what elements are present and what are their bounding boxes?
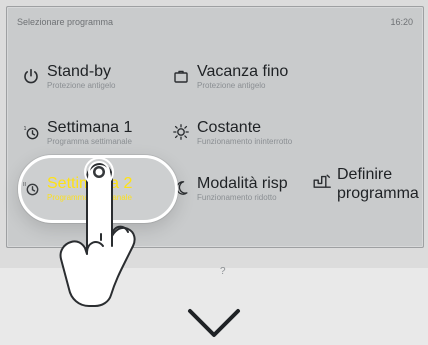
program-modalita-risparmio[interactable]: Modalità risp Funzionamento ridotto — [173, 175, 288, 203]
program-definire-programma[interactable]: Definire programma — [313, 165, 423, 203]
program-sub: Funzionamento ininterrotto — [197, 137, 293, 146]
power-icon — [23, 68, 39, 84]
program-label: Vacanza fino — [197, 63, 289, 80]
svg-text:1: 1 — [24, 126, 27, 132]
program-vacanza-fino[interactable]: Vacanza fino Protezione antigelo — [173, 63, 288, 91]
program-sub: Protezione antigelo — [47, 81, 116, 90]
program-sub: Funzionamento ridotto — [197, 193, 277, 202]
program-label: Costante — [197, 119, 262, 136]
sun-icon — [173, 124, 189, 140]
screen-title: Selezionare programma — [17, 17, 114, 27]
program-label: Stand-by — [47, 63, 112, 80]
clock-time: 16:20 — [390, 17, 413, 27]
program-label: Settimana 1 — [47, 119, 133, 136]
program-costante[interactable]: Costante Funzionamento ininterrotto — [173, 119, 292, 147]
thermostat-device: Selezionare programma 16:20 Stand-by Pro… — [0, 0, 428, 337]
help-button[interactable]: ? — [220, 266, 226, 277]
program-label: Definire programma — [337, 166, 419, 202]
program-stand-by[interactable]: Stand-by Protezione antigelo — [23, 63, 116, 91]
define-program-icon — [313, 173, 331, 189]
hand-pointer-icon — [59, 157, 136, 307]
program-label: Modalità risp — [197, 175, 288, 192]
program-settimana-1[interactable]: 1 Settimana 1 Programma settimanale — [23, 119, 133, 147]
clock-1-icon: 1 — [23, 124, 39, 140]
suitcase-icon — [173, 68, 189, 84]
program-sub: Protezione antigelo — [197, 81, 266, 90]
program-sub: Programma settimanale — [47, 137, 132, 146]
status-bar: Selezionare programma 16:20 — [17, 17, 413, 33]
chevron-down-icon — [188, 309, 240, 337]
